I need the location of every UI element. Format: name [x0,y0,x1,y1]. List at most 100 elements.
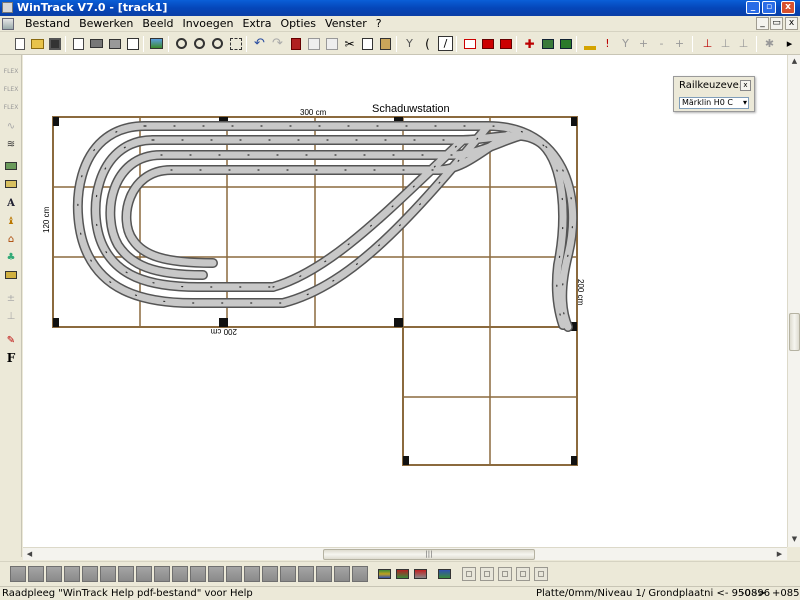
open-folder-icon[interactable] [30,36,45,51]
redo-icon[interactable]: ↷ [270,36,285,51]
level-button[interactable] [46,566,62,582]
doc-minimize-button[interactable]: _ [756,17,769,30]
figure-tool-icon[interactable]: ♝ [3,214,19,228]
drawing-canvas[interactable]: Schaduwstation 300 cm 120 cm 200 cm 200 … [23,55,787,547]
level-button[interactable] [298,566,314,582]
ground-icon[interactable] [582,36,597,51]
save-icon[interactable] [47,36,62,51]
zoom-window-icon[interactable] [210,36,225,51]
font-tool-icon[interactable]: F [3,351,19,365]
path-tool-icon[interactable]: ≋ [3,137,19,151]
level-button[interactable] [10,566,26,582]
layer-red-icon[interactable] [462,36,477,51]
level-button[interactable] [190,566,206,582]
level-button[interactable] [244,566,260,582]
vertical-scroll-thumb[interactable] [789,313,800,351]
flex-track-icon[interactable]: / [438,36,453,51]
connect-icon[interactable] [558,36,573,51]
layers-delete-icon[interactable] [412,566,428,582]
flex-track-tool-1[interactable]: FLEX [3,65,19,79]
scroll-right-button[interactable]: ▶ [774,549,785,560]
layer-tool-icon[interactable] [3,159,19,173]
delete-object-icon[interactable] [288,36,303,51]
scroll-up-button[interactable]: ▲ [789,56,800,67]
ramp-icon[interactable]: ⊥ [718,36,733,51]
view-option-button[interactable] [534,567,548,581]
chevron-down-icon[interactable]: ▾ [743,98,747,108]
print-icon[interactable] [89,36,104,51]
rail-selection-palette[interactable]: Railkeuzeve... x Märklin H0 C ▾ [673,76,755,112]
menu-invoegen[interactable]: Invoegen [180,17,240,31]
level-button[interactable] [100,566,116,582]
curve-tool-icon[interactable]: ∿ [3,119,19,133]
level-button[interactable] [136,566,152,582]
measure-tool-icon[interactable]: ± [3,291,19,305]
level-button[interactable] [172,566,188,582]
text-tool-icon[interactable]: A [3,196,19,210]
zoom-all-icon[interactable] [228,36,243,51]
height-icon[interactable]: ⊥ [700,36,715,51]
layers-view-icon[interactable] [436,566,452,582]
turntable-icon[interactable] [540,36,555,51]
size-grip[interactable] [787,547,800,560]
level-icon[interactable]: + [672,36,687,51]
level-button[interactable] [208,566,224,582]
scroll-left-button[interactable]: ◀ [24,549,35,560]
maximize-button[interactable]: ▫ [762,1,776,14]
image-icon[interactable] [149,36,164,51]
doc-close-button[interactable]: x [785,17,798,30]
level-button[interactable] [118,566,134,582]
level-button[interactable] [352,566,368,582]
align-tool-icon[interactable]: ⊥ [3,309,19,323]
level-button[interactable] [316,566,332,582]
doc-restore-button[interactable]: ▭ [770,17,783,30]
grid-icon[interactable] [306,36,321,51]
vertical-scrollbar[interactable]: ▲ ▼ [787,55,800,547]
horizontal-scrollbar[interactable]: ◀ ||| ▶ [23,547,787,560]
curve-icon[interactable]: ( [420,36,435,51]
level-button[interactable] [82,566,98,582]
minimize-button[interactable]: _ [746,1,760,14]
switch-icon[interactable]: Y [402,36,417,51]
layers-edit-icon[interactable] [394,566,410,582]
landscape-tool-icon[interactable] [3,268,19,282]
platform-tool-icon[interactable] [3,177,19,191]
level-button[interactable] [64,566,80,582]
menu-bewerken[interactable]: Bewerken [76,17,139,31]
menu-extra[interactable]: Extra [239,17,277,31]
draw-tool-icon[interactable]: ✎ [3,333,19,347]
document-icon[interactable] [2,18,14,30]
close-button[interactable]: x [781,1,795,14]
copy-icon[interactable] [360,36,375,51]
level-button[interactable] [226,566,242,582]
level-button[interactable] [280,566,296,582]
level-button[interactable] [28,566,44,582]
align-icon[interactable]: - [654,36,669,51]
view-option-button[interactable] [498,567,512,581]
new-file-icon[interactable] [12,36,27,51]
gradient-icon[interactable]: ⊥ [736,36,751,51]
print-setup-icon[interactable] [107,36,122,51]
view-option-button[interactable] [516,567,530,581]
scroll-down-button[interactable]: ▼ [789,534,800,545]
flex-track-tool-3[interactable]: FLEX [3,101,19,115]
toolbar-overflow-icon[interactable]: ▸ [782,36,797,51]
settings-icon[interactable]: ✱ [762,36,777,51]
crossing-icon[interactable]: ✚ [522,36,537,51]
menu-opties[interactable]: Opties [278,17,323,31]
palette-close-button[interactable]: x [740,80,751,91]
tree-tool-icon[interactable]: ♣ [3,250,19,264]
menu-venster[interactable]: Venster [322,17,373,31]
split-icon[interactable]: Y [618,36,633,51]
view-option-button[interactable] [480,567,494,581]
menu-bestand[interactable]: Bestand [22,17,76,31]
level-button[interactable] [262,566,278,582]
join-icon[interactable]: + [636,36,651,51]
layer-stack-icon[interactable] [480,36,495,51]
zoom-out-icon[interactable] [174,36,189,51]
print-preview-icon[interactable] [71,36,86,51]
table-icon[interactable] [324,36,339,51]
layers-icon[interactable] [376,566,392,582]
level-button[interactable] [334,566,350,582]
flex-track-tool-2[interactable]: FLEX [3,83,19,97]
